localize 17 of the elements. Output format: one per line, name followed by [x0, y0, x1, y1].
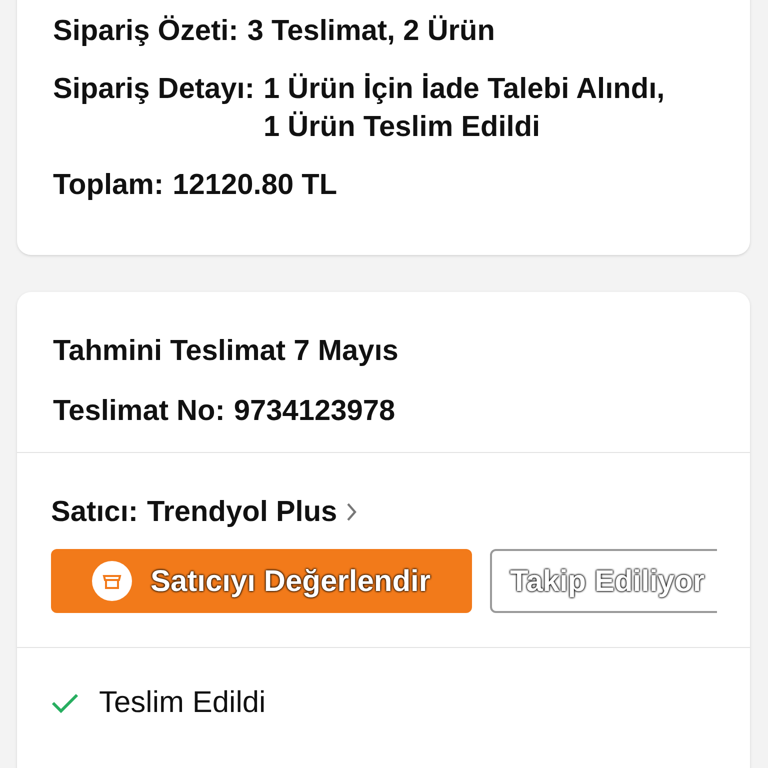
seller-label: Satıcı: [51, 495, 138, 530]
following-button[interactable]: Takip Ediliyor [490, 549, 717, 613]
summary-value: 3 Teslimat, 2 Ürün [247, 14, 495, 49]
summary-label: Sipariş Detayı: [53, 72, 254, 107]
summary-label: Sipariş Özeti: [53, 14, 238, 49]
delivery-number: 9734123978 [234, 394, 396, 429]
summary-value: 1 Ürün Teslim Edildi [263, 110, 542, 145]
delivery-status: Teslim Edildi [99, 685, 266, 721]
summary-label: Toplam: [53, 168, 164, 203]
chevron-right-icon [346, 502, 358, 522]
summary-value: 1 Ürün İçin İade Talebi Alındı, [263, 72, 665, 107]
summary-value: 12120.80 TL [172, 168, 338, 203]
seller-link[interactable]: Trendyol Plus [147, 493, 338, 531]
estimated-delivery: Tahmini Teslimat 7 Mayıs [53, 334, 400, 369]
check-icon [51, 692, 79, 714]
delivery-number-label: Teslimat No: [53, 394, 225, 429]
store-icon [92, 561, 132, 601]
